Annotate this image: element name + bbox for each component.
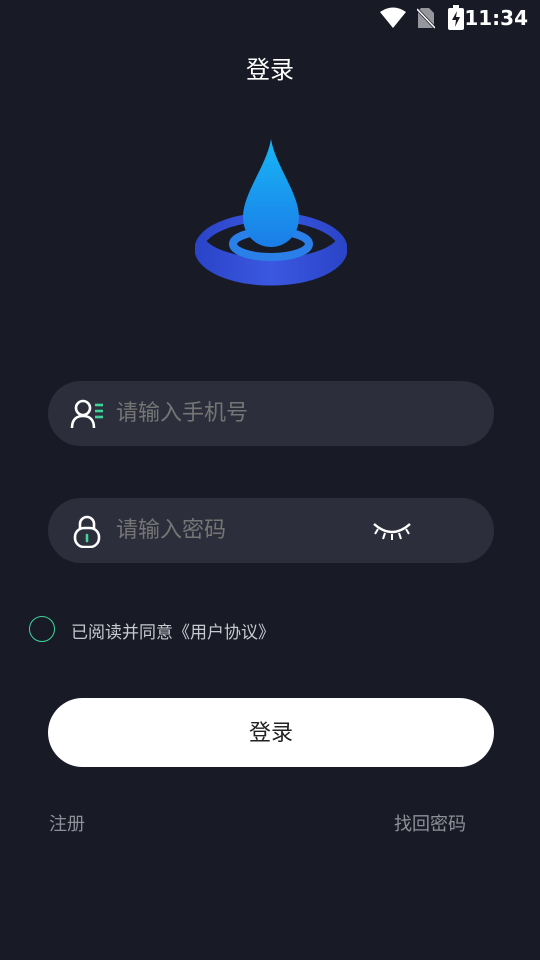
battery-charging-icon xyxy=(448,5,464,30)
register-link[interactable]: 注册 xyxy=(49,810,85,836)
password-input[interactable] xyxy=(116,498,366,563)
forgot-password-link[interactable]: 找回密码 xyxy=(394,810,466,836)
lock-icon xyxy=(73,515,101,548)
password-field[interactable] xyxy=(48,498,494,563)
agreement-text[interactable]: 已阅读并同意《用户协议》 xyxy=(71,618,275,643)
login-button[interactable]: 登录 xyxy=(48,698,494,767)
eye-closed-icon[interactable] xyxy=(372,516,412,544)
no-sim-icon xyxy=(417,7,435,29)
user-id-icon xyxy=(70,399,103,429)
water-drop-logo xyxy=(195,139,347,286)
phone-input[interactable] xyxy=(116,381,366,446)
phone-field[interactable] xyxy=(48,381,494,446)
status-bar: 11:34 xyxy=(0,0,540,36)
agreement-checkbox[interactable] xyxy=(29,616,55,642)
page-title: 登录 xyxy=(246,56,294,84)
status-time: 11:34 xyxy=(464,6,528,30)
wifi-icon xyxy=(380,7,406,28)
